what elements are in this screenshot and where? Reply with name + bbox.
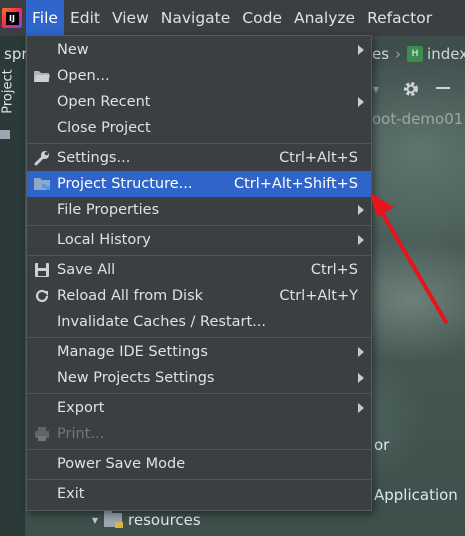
main-menu-bar: IJ File Edit View Navigate Code Analyze … [0, 0, 465, 36]
menu-item-shortcut: Ctrl+Alt+S [279, 150, 358, 166]
menu-item-label: Close Project [57, 120, 151, 136]
save-icon [33, 261, 51, 279]
wrench-icon [33, 149, 51, 167]
submenu-arrow-icon [358, 45, 364, 55]
text-fragment-application: Application [374, 486, 458, 504]
menu-item-label: Exit [57, 486, 85, 502]
menu-item-label: Print... [57, 426, 105, 442]
menu-item-label: File Properties [57, 202, 160, 218]
menu-refactor[interactable]: Refactor [361, 0, 438, 36]
module-name-fragment: oot-demo01 [372, 110, 464, 128]
gear-icon[interactable] [402, 80, 420, 98]
menu-item-project-structure[interactable]: Project Structure... Ctrl+Alt+Shift+S [27, 171, 371, 197]
menu-separator [27, 393, 371, 394]
breadcrumb-fragment[interactable]: es [372, 45, 389, 63]
menu-separator [27, 449, 371, 450]
print-icon [33, 425, 51, 443]
menu-item-label: Project Structure... [57, 176, 193, 192]
menu-item-label: Save All [57, 262, 116, 278]
project-tab-label: Project [0, 69, 16, 114]
menu-item-label: Export [57, 400, 105, 416]
submenu-arrow-icon [358, 97, 364, 107]
file-menu-dropdown: New Open... Open Recent Close Project Se… [26, 35, 372, 511]
chevron-down-icon[interactable]: ▾ [92, 513, 98, 527]
menu-file[interactable]: File [26, 0, 64, 36]
menu-item-label: Power Save Mode [57, 456, 186, 472]
menu-item-invalidate-caches[interactable]: Invalidate Caches / Restart... [27, 309, 371, 335]
submenu-arrow-icon [358, 205, 364, 215]
menu-separator [27, 255, 371, 256]
folder-open-icon [33, 67, 51, 85]
submenu-arrow-icon [358, 403, 364, 413]
menu-item-save-all[interactable]: Save All Ctrl+S [27, 257, 371, 283]
menu-item-local-history[interactable]: Local History [27, 227, 371, 253]
resources-folder-icon [104, 510, 124, 528]
chevron-right-icon: › [395, 45, 402, 63]
menu-item-shortcut: Ctrl+Alt+Y [279, 288, 358, 304]
menu-item-reload-all[interactable]: Reload All from Disk Ctrl+Alt+Y [27, 283, 371, 309]
menu-item-shortcut: Ctrl+Alt+Shift+S [233, 176, 358, 192]
minimize-icon[interactable] [436, 87, 450, 89]
menu-item-label: New [57, 42, 89, 58]
menu-item-label: Invalidate Caches / Restart... [57, 314, 266, 330]
menu-item-new[interactable]: New [27, 37, 371, 63]
menu-item-label: Open... [57, 68, 110, 84]
tree-node-label: resources [128, 511, 201, 529]
intellij-logo-icon: IJ [2, 8, 22, 28]
breadcrumb-file[interactable]: index [427, 45, 465, 63]
menu-item-label: Manage IDE Settings [57, 344, 208, 360]
menu-item-exit[interactable]: Exit [27, 481, 371, 507]
menu-item-label: Reload All from Disk [57, 288, 204, 304]
submenu-arrow-icon [358, 373, 364, 383]
menu-item-label: Settings... [57, 150, 131, 166]
menu-item-file-properties[interactable]: File Properties [27, 197, 371, 223]
menu-item-settings[interactable]: Settings... Ctrl+Alt+S [27, 145, 371, 171]
chevron-down-icon[interactable]: ▾ [373, 82, 379, 96]
menu-view[interactable]: View [106, 0, 155, 36]
project-tool-window-tab[interactable]: Project [0, 44, 16, 134]
menu-analyze[interactable]: Analyze [288, 0, 361, 36]
menu-separator [27, 225, 371, 226]
menu-item-label: Local History [57, 232, 151, 248]
reload-icon [33, 287, 51, 305]
menu-item-label: Open Recent [57, 94, 151, 110]
menu-item-label: New Projects Settings [57, 370, 215, 386]
menu-separator [27, 479, 371, 480]
menu-item-new-projects-settings[interactable]: New Projects Settings [27, 365, 371, 391]
menu-separator [27, 143, 371, 144]
menu-item-open-recent[interactable]: Open Recent [27, 89, 371, 115]
project-structure-icon [33, 175, 51, 193]
menu-separator [27, 337, 371, 338]
breadcrumb: es › H index [372, 42, 465, 66]
folder-icon [0, 130, 10, 139]
menu-item-close-project[interactable]: Close Project [27, 115, 371, 141]
text-fragment-or: or [374, 436, 390, 454]
menu-item-export[interactable]: Export [27, 395, 371, 421]
menu-item-shortcut: Ctrl+S [310, 262, 358, 278]
submenu-arrow-icon [358, 347, 364, 357]
submenu-arrow-icon [358, 235, 364, 245]
menu-item-manage-ide-settings[interactable]: Manage IDE Settings [27, 339, 371, 365]
menu-edit[interactable]: Edit [64, 0, 106, 36]
menu-item-print: Print... [27, 421, 371, 447]
menu-navigate[interactable]: Navigate [155, 0, 237, 36]
menu-code[interactable]: Code [236, 0, 288, 36]
menu-item-power-save-mode[interactable]: Power Save Mode [27, 451, 371, 477]
tree-node-resources[interactable]: ▾ resources [92, 510, 201, 529]
menu-item-open[interactable]: Open... [27, 63, 371, 89]
html-file-icon: H [407, 46, 424, 62]
